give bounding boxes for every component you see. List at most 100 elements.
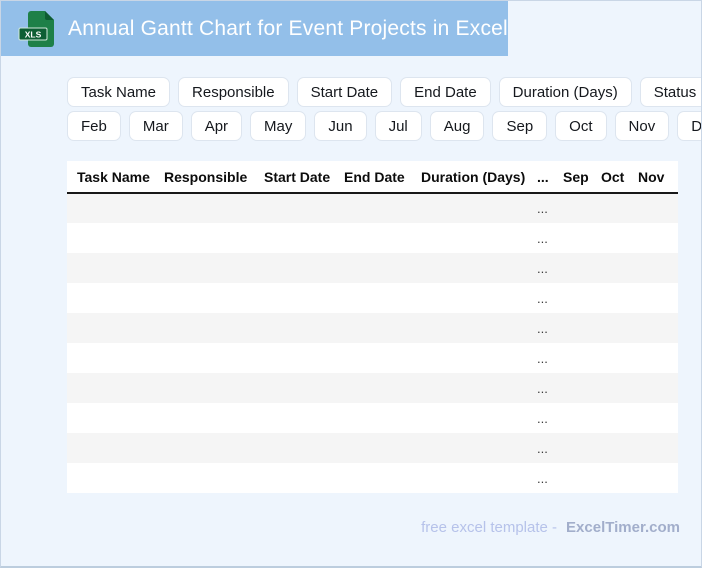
chip-responsible[interactable]: Responsible	[178, 77, 289, 107]
table-cell	[591, 223, 628, 253]
table-cell: ...	[537, 320, 548, 336]
table-cell	[591, 343, 628, 373]
table-cell	[254, 283, 334, 313]
table-header-cell: Oct	[591, 161, 628, 194]
column-chips: Task Name Responsible Start Date End Date Du…	[67, 77, 701, 145]
table-cell	[411, 463, 527, 493]
chip-task-name[interactable]: Task Name	[67, 77, 171, 107]
chip-dec[interactable]: Dec	[677, 111, 701, 141]
table-cell	[334, 433, 411, 463]
title-banner: XLS Annual Gantt Chart for Event Project…	[1, 1, 508, 56]
chip-status[interactable]: Status	[639, 77, 701, 107]
table-cell	[67, 373, 154, 403]
table-row: ...	[67, 403, 678, 433]
page-title: Annual Gantt Chart for Event Projects in…	[68, 16, 508, 40]
table-cell: ...	[537, 260, 548, 276]
chip-row-2: FebMarAprMayJunJulAugSepOctNov Dec	[67, 111, 701, 141]
table-cell: ...	[537, 230, 548, 246]
table-body: ..............................	[67, 193, 678, 493]
table-cell	[628, 463, 678, 493]
table-cell	[154, 433, 254, 463]
chip-mar[interactable]: Mar	[128, 111, 183, 141]
chip-apr[interactable]: Apr	[190, 111, 243, 141]
table-cell	[334, 343, 411, 373]
table-cell	[628, 193, 678, 223]
table-cell	[591, 313, 628, 343]
table-cell	[334, 223, 411, 253]
footer-credit: free excel template - ExcelTimer.com	[421, 519, 680, 536]
table-cell	[254, 403, 334, 433]
table-cell	[591, 253, 628, 283]
table-row: ...	[67, 433, 678, 463]
table-cell	[67, 463, 154, 493]
table-row: ...	[67, 253, 678, 283]
table-cell	[254, 343, 334, 373]
table-cell	[154, 193, 254, 223]
table-cell	[628, 313, 678, 343]
gantt-table: Task Name Responsible Start Date End Date Du…	[67, 161, 678, 493]
table-header-cell: End Date	[334, 161, 411, 194]
table-cell	[254, 193, 334, 223]
table-cell: ...	[537, 350, 548, 366]
table-cell	[411, 283, 527, 313]
table-cell	[67, 253, 154, 283]
chip-start-date[interactable]: Start Date	[296, 77, 393, 107]
chip-oct[interactable]: Oct	[555, 111, 607, 141]
table-cell	[411, 343, 527, 373]
table-header-cell: Responsible	[154, 161, 254, 194]
table-row: ...	[67, 283, 678, 313]
table-cell	[553, 373, 591, 403]
table-cell	[628, 283, 678, 313]
chip-aug[interactable]: Aug	[429, 111, 485, 141]
table-cell: ...	[537, 380, 548, 396]
table-cell	[154, 463, 254, 493]
table-cell	[411, 373, 527, 403]
chip-jul[interactable]: Jul	[374, 111, 422, 141]
table-cell	[553, 283, 591, 313]
table-cell	[553, 193, 591, 223]
chip-nov[interactable]: Nov	[614, 111, 670, 141]
table-cell	[553, 343, 591, 373]
table-cell	[591, 433, 628, 463]
table-cell	[67, 403, 154, 433]
xls-badge-text: XLS	[25, 29, 42, 39]
table-cell	[628, 433, 678, 463]
table-cell	[334, 193, 411, 223]
table-cell	[553, 403, 591, 433]
chip-end-date[interactable]: End Date	[400, 77, 491, 107]
footer-brand-link[interactable]: ExcelTimer.com	[566, 519, 680, 536]
table-cell	[67, 313, 154, 343]
table-cell	[254, 463, 334, 493]
table-cell	[628, 223, 678, 253]
table-cell	[334, 253, 411, 283]
chip-may[interactable]: May	[250, 111, 307, 141]
table-cell: ...	[537, 410, 548, 426]
page: XLS Annual Gantt Chart for Event Project…	[0, 0, 702, 568]
table-header-cell: ...	[527, 161, 553, 194]
table-cell	[334, 373, 411, 403]
chip-sep[interactable]: Sep	[492, 111, 548, 141]
table-cell	[411, 253, 527, 283]
chip-row-1: Task Name Responsible Start Date End Date Du…	[67, 77, 701, 107]
chip-duration-days[interactable]: Duration (Days)	[498, 77, 632, 107]
table-cell: ...	[537, 470, 548, 486]
chip-jun[interactable]: Jun	[314, 111, 367, 141]
table-cell	[154, 223, 254, 253]
table-cell	[154, 253, 254, 283]
table-cell	[553, 433, 591, 463]
table-header-cell: Duration (Days)	[411, 161, 527, 194]
table-cell	[591, 373, 628, 403]
table-cell	[154, 403, 254, 433]
table-header-cell: Nov	[628, 161, 678, 194]
table-cell	[411, 313, 527, 343]
table-cell	[154, 343, 254, 373]
table-cell	[67, 193, 154, 223]
table-cell	[254, 433, 334, 463]
table-cell	[553, 313, 591, 343]
chip-feb[interactable]: Feb	[67, 111, 121, 141]
table-cell	[254, 223, 334, 253]
table-cell	[154, 373, 254, 403]
table-cell: ...	[537, 201, 548, 216]
table-cell	[591, 283, 628, 313]
table-cell	[254, 253, 334, 283]
